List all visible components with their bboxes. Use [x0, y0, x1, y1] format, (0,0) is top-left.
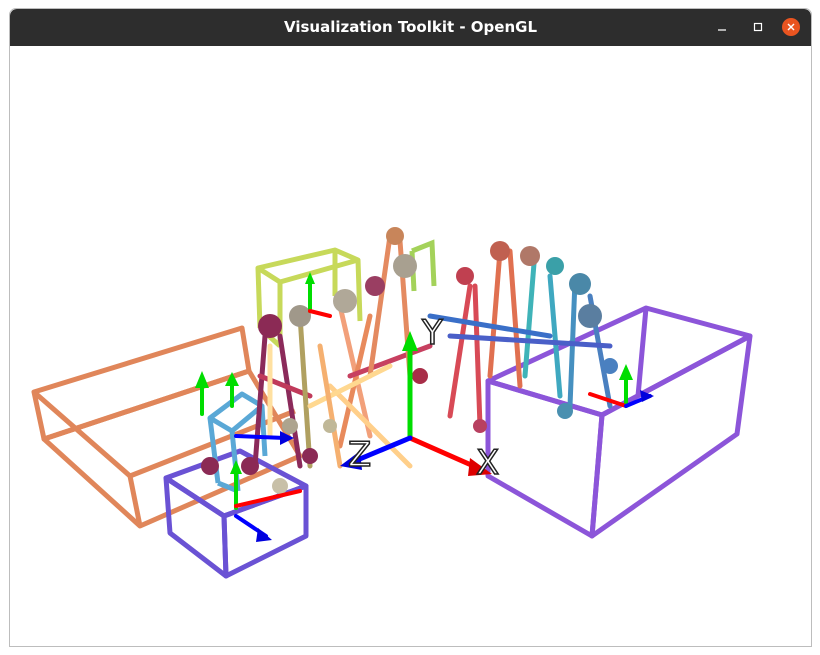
axis-label-y: Y [421, 313, 443, 353]
axis-label-z: Z [348, 435, 371, 475]
render-viewport[interactable]: Y X Z [10, 46, 811, 646]
scene-canvas[interactable]: Y X Z [10, 46, 811, 646]
minimize-icon [718, 29, 726, 31]
maximize-icon [753, 22, 763, 32]
close-button[interactable] [782, 18, 800, 36]
title-bar[interactable]: Visualization Toolkit - OpenGL [10, 9, 811, 46]
axis-label-x: X [476, 443, 499, 483]
vtk-window: Visualization Toolkit - OpenGL Y X Z [9, 8, 812, 647]
window-title: Visualization Toolkit - OpenGL [283, 18, 538, 36]
maximize-button[interactable] [749, 18, 767, 36]
minimize-button[interactable] [713, 18, 731, 36]
close-icon [787, 23, 795, 31]
